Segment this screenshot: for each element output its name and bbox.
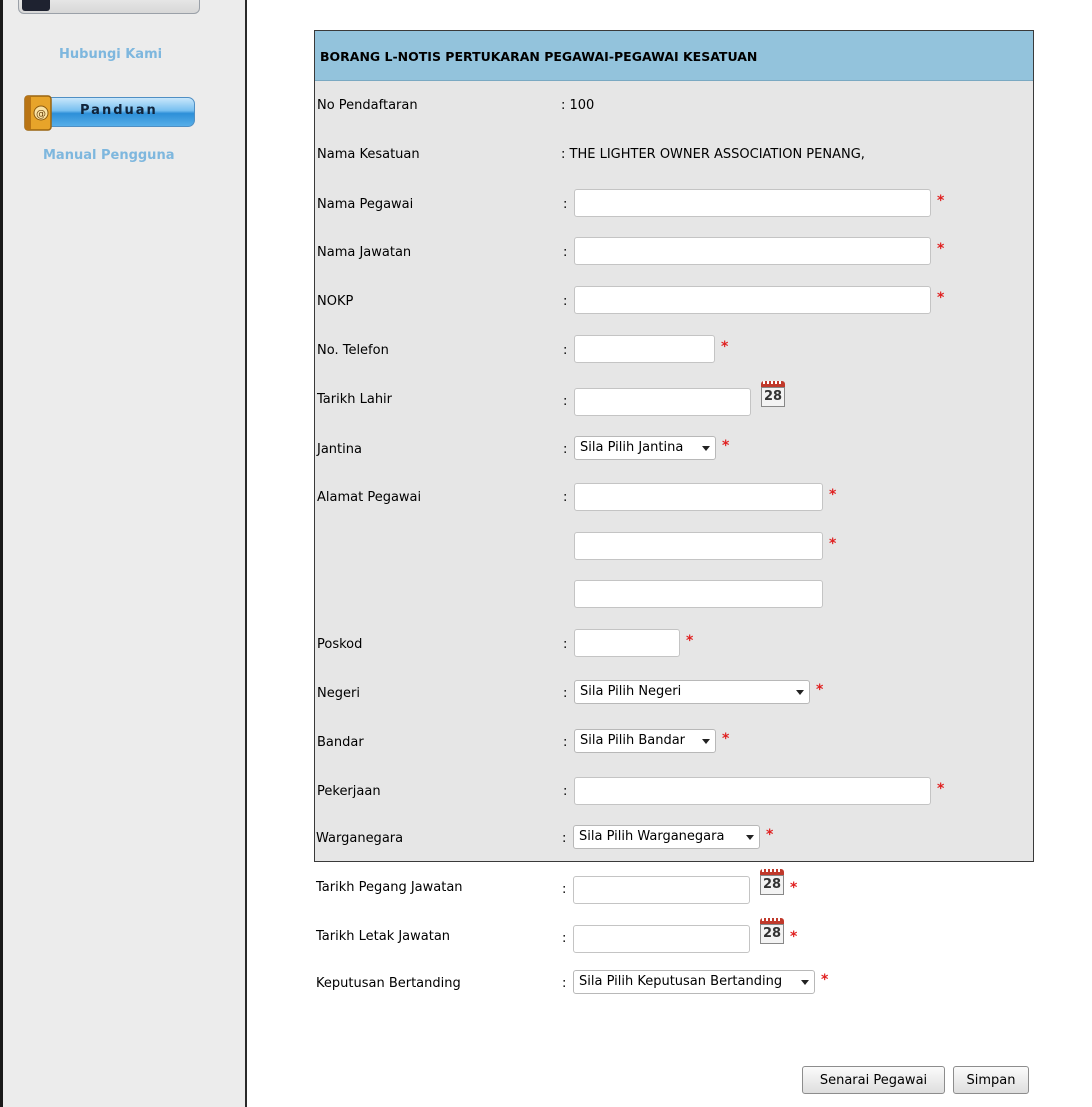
required-mark: *	[686, 633, 694, 649]
colon: :	[563, 637, 568, 652]
senarai-pegawai-button[interactable]: Senarai Pegawai	[802, 1066, 945, 1094]
jantina-selected: Sila Pilih Jantina	[580, 440, 684, 455]
warganegara-select[interactable]: Sila Pilih Warganegara	[573, 825, 760, 849]
colon: :	[562, 931, 567, 946]
required-mark: *	[790, 929, 798, 945]
required-mark: *	[766, 827, 774, 843]
colon: :	[563, 784, 568, 799]
colon: :	[563, 197, 568, 212]
poskod-input[interactable]	[574, 629, 680, 657]
colon: :	[563, 294, 568, 309]
pekerjaan-label: Pekerjaan	[317, 784, 381, 799]
sidebar: Hubungi Kami Panduan @ Manual Pengguna	[0, 0, 247, 1107]
nama-kesatuan-value: : THE LIGHTER OWNER ASSOCIATION PENANG,	[561, 147, 865, 162]
simpan-button[interactable]: Simpan	[953, 1066, 1029, 1094]
calendar-icon[interactable]: 28	[759, 869, 785, 895]
form-title: BORANG L-NOTIS PERTUKARAN PEGAWAI-PEGAWA…	[320, 49, 758, 64]
no-pendaftaran-label: No Pendaftaran	[317, 98, 418, 113]
no-pendaftaran-value: : 100	[561, 98, 595, 113]
calendar-icon[interactable]: 28	[759, 918, 785, 944]
tarikh-lahir-input[interactable]	[574, 388, 751, 416]
required-mark: *	[829, 536, 837, 552]
colon: :	[563, 394, 568, 409]
tarikh-pegang-jawatan-input[interactable]	[573, 876, 750, 904]
tarikh-pegang-jawatan-label: Tarikh Pegang Jawatan	[316, 880, 463, 895]
required-mark: *	[722, 731, 730, 747]
warganegara-selected: Sila Pilih Warganegara	[579, 829, 725, 844]
colon: :	[563, 245, 568, 260]
poskod-label: Poskod	[317, 637, 363, 652]
jantina-label: Jantina	[317, 442, 362, 457]
colon: :	[562, 831, 567, 846]
required-mark: *	[790, 880, 798, 896]
alamat-pegawai-label: Alamat Pegawai	[317, 490, 422, 505]
nokp-input[interactable]	[574, 286, 931, 314]
colon: :	[563, 343, 568, 358]
chevron-down-icon	[801, 980, 809, 985]
required-mark: *	[937, 241, 945, 257]
required-mark: *	[829, 487, 837, 503]
colon: :	[562, 882, 567, 897]
nama-kesatuan-label: Nama Kesatuan	[317, 147, 420, 162]
nama-jawatan-input[interactable]	[574, 237, 931, 265]
required-mark: *	[721, 339, 729, 355]
alamat-line3-input[interactable]	[574, 580, 823, 608]
tarikh-letak-jawatan-label: Tarikh Letak Jawatan	[316, 929, 451, 944]
alamat-line1-input[interactable]	[574, 483, 823, 511]
required-mark: *	[937, 193, 945, 209]
jantina-select[interactable]: Sila Pilih Jantina	[574, 436, 716, 460]
nama-pegawai-label: Nama Pegawai	[317, 197, 414, 212]
required-mark: *	[816, 682, 824, 698]
pekerjaan-input[interactable]	[574, 777, 931, 805]
colon: :	[563, 442, 568, 457]
nama-jawatan-label: Nama Jawatan	[317, 245, 412, 260]
bandar-select[interactable]: Sila Pilih Bandar	[574, 729, 716, 753]
form-header: BORANG L-NOTIS PERTUKARAN PEGAWAI-PEGAWA…	[315, 31, 1033, 81]
tarikh-lahir-label: Tarikh Lahir	[317, 392, 393, 407]
required-mark: *	[821, 972, 829, 988]
no-telefon-input[interactable]	[574, 335, 715, 363]
warganegara-label-visible: Warganegara	[316, 831, 404, 846]
chevron-down-icon	[702, 446, 710, 451]
no-telefon-label: No. Telefon	[317, 343, 389, 358]
address-book-icon: @	[24, 95, 52, 131]
chevron-down-icon	[702, 739, 710, 744]
manual-pengguna-link[interactable]: Manual Pengguna	[43, 148, 174, 163]
panduan-button[interactable]: Panduan	[43, 97, 195, 127]
negeri-label: Negeri	[317, 686, 360, 701]
required-mark: *	[937, 781, 945, 797]
calendar-icon[interactable]: 28	[760, 381, 786, 407]
panduan-label: Panduan	[80, 103, 158, 118]
bandar-label: Bandar	[317, 735, 364, 750]
negeri-select[interactable]: Sila Pilih Negeri	[574, 680, 810, 704]
colon: :	[563, 686, 568, 701]
required-mark: *	[722, 438, 730, 454]
alamat-line2-input[interactable]	[574, 532, 823, 560]
negeri-selected: Sila Pilih Negeri	[580, 684, 682, 699]
nama-pegawai-input[interactable]	[574, 189, 931, 217]
borang-form: BORANG L-NOTIS PERTUKARAN PEGAWAI-PEGAWA…	[314, 30, 1034, 862]
bandar-selected: Sila Pilih Bandar	[580, 733, 686, 748]
keputusan-bertanding-select[interactable]: Sila Pilih Keputusan Bertanding	[573, 970, 815, 994]
tarikh-letak-jawatan-input[interactable]	[573, 925, 750, 953]
svg-text:@: @	[36, 109, 46, 120]
keputusan-bertanding-selected: Sila Pilih Keputusan Bertanding	[579, 974, 783, 989]
chevron-down-icon	[746, 835, 754, 840]
hubungi-kami-link[interactable]: Hubungi Kami	[59, 47, 162, 62]
colon: :	[562, 976, 567, 991]
colon: :	[563, 735, 568, 750]
sidebar-top-button[interactable]	[18, 0, 200, 14]
colon: :	[563, 490, 568, 505]
nokp-label: NOKP	[317, 294, 354, 309]
required-mark: *	[937, 290, 945, 306]
keputusan-bertanding-label: Keputusan Bertanding	[316, 976, 461, 991]
chevron-down-icon	[796, 690, 804, 695]
